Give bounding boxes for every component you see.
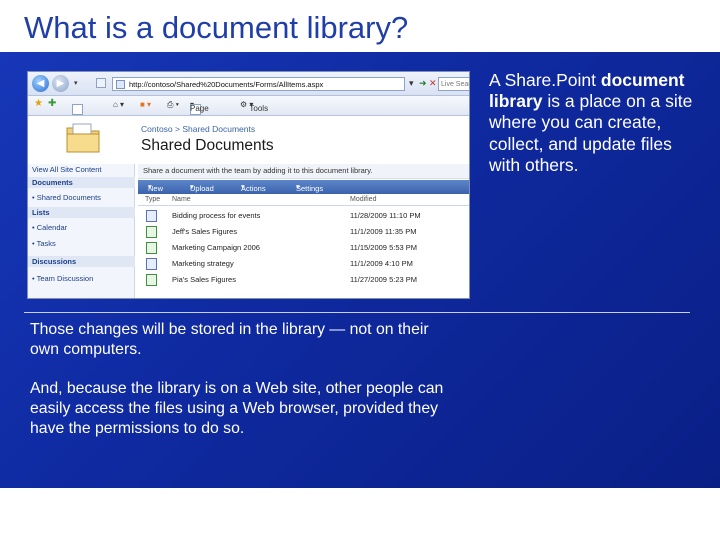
url-field[interactable]: http://contoso/Shared%20Documents/Forms/… xyxy=(112,77,405,91)
excel-workbook-icon xyxy=(146,274,157,286)
tools-menu[interactable]: ⚙ Tools ▾ xyxy=(240,100,268,113)
new-menu[interactable]: New ▾ xyxy=(148,182,163,193)
actions-menu-label: Actions xyxy=(241,184,266,193)
settings-menu-label: Settings xyxy=(296,184,324,193)
url-dropdown-icon[interactable]: ▾ xyxy=(409,78,414,89)
command-toolbar: ★ ✚ ⌂ ▾ ■ ▾ ⎙ ▾ Page ▾ ⚙ Tools ▾ xyxy=(28,96,469,116)
page-menu-label: Page xyxy=(190,104,209,113)
library-description: Share a document with the team by adding… xyxy=(138,164,469,179)
page-header: Contoso > Shared Documents Shared Docume… xyxy=(28,116,469,162)
page-menu[interactable]: Page ▾ xyxy=(190,100,209,115)
modified-date: 11/15/2009 5:53 PM xyxy=(350,243,417,252)
column-headers: Type Name Modified xyxy=(138,195,469,206)
view-all-content-link[interactable]: View All Site Content xyxy=(32,165,102,174)
library-command-bar: New ▾ Upload ▾ Actions ▾ Settings ▾ xyxy=(138,180,469,194)
add-favorite-icon[interactable]: ✚ xyxy=(48,98,56,109)
feeds-icon[interactable]: ■ ▾ xyxy=(140,100,151,109)
word-document-icon xyxy=(146,258,157,270)
favorites-star-icon[interactable]: ★ xyxy=(34,98,43,109)
tools-menu-label: Tools xyxy=(249,104,269,113)
document-name[interactable]: Marketing Campaign 2006 xyxy=(172,243,260,252)
library-view: Share a document with the team by adding… xyxy=(138,164,469,298)
nav-lists[interactable]: Lists xyxy=(32,208,50,217)
document-name[interactable]: Pia's Sales Figures xyxy=(172,275,236,284)
search-input[interactable]: Live Search xyxy=(438,77,469,91)
modified-date: 11/28/2009 11:10 PM xyxy=(350,211,421,220)
forward-icon[interactable]: ▶ xyxy=(52,75,69,92)
nav-shared-documents[interactable]: • Shared Documents xyxy=(32,193,101,202)
new-menu-label: New xyxy=(148,184,164,193)
column-name[interactable]: Name xyxy=(172,196,191,203)
url-text: http://contoso/Shared%20Documents/Forms/… xyxy=(129,80,324,89)
document-name[interactable]: Jeff's Sales Figures xyxy=(172,227,237,236)
modified-date: 11/1/2009 4:10 PM xyxy=(350,259,413,268)
slide-title: What is a document library? xyxy=(24,10,409,45)
favicon-icon xyxy=(116,80,125,89)
refresh-icon[interactable]: ➜ xyxy=(419,78,427,89)
table-row[interactable]: Marketing Campaign 2006 11/15/2009 5:53 … xyxy=(138,240,469,256)
definition-part1: A Share.Point xyxy=(489,70,601,90)
print-icon[interactable]: ⎙ ▾ xyxy=(167,100,179,110)
breadcrumb[interactable]: Contoso > Shared Documents xyxy=(141,124,255,134)
home-icon[interactable]: ⌂ ▾ xyxy=(113,100,124,109)
explanation-paragraph-1: Those changes will be stored in the libr… xyxy=(30,321,429,358)
nav-discussions[interactable]: Discussions xyxy=(32,257,76,266)
nav-tasks[interactable]: • Tasks xyxy=(32,239,56,248)
page-icon xyxy=(96,78,106,88)
nav-calendar-label: Calendar xyxy=(36,223,68,232)
divider-line xyxy=(24,312,690,313)
nav-documents[interactable]: Documents xyxy=(32,178,73,187)
library-title: Shared Documents xyxy=(141,137,274,154)
explanation-paragraph-2: And, because the library is on a Web sit… xyxy=(30,380,444,437)
actions-menu[interactable]: Actions ▾ xyxy=(241,182,266,193)
nav-shared-documents-label: Shared Documents xyxy=(36,193,101,202)
modified-date: 11/1/2009 11:35 PM xyxy=(350,227,417,236)
nav-tasks-label: Tasks xyxy=(36,239,56,248)
word-document-icon xyxy=(146,210,157,222)
back-icon[interactable]: ◀ xyxy=(32,75,49,92)
nav-team-discussion-label: Team Discussion xyxy=(36,274,94,283)
stop-icon[interactable]: ✕ xyxy=(429,78,437,89)
table-row[interactable]: Jeff's Sales Figures 11/1/2009 11:35 PM xyxy=(138,224,469,240)
document-name[interactable]: Bidding process for events xyxy=(172,211,260,220)
sharepoint-screenshot: ◀ ▶ ▾ http://contoso/Shared%20Documents/… xyxy=(27,71,470,299)
modified-date: 11/27/2009 5:23 PM xyxy=(350,275,417,284)
excel-workbook-icon xyxy=(146,226,157,238)
nav-team-discussion[interactable]: • Team Discussion xyxy=(32,274,93,283)
folder-icon xyxy=(66,123,100,153)
address-bar: ◀ ▶ ▾ http://contoso/Shared%20Documents/… xyxy=(28,72,469,96)
table-row[interactable]: Bidding process for events 11/28/2009 11… xyxy=(138,208,469,224)
table-row[interactable]: Pia's Sales Figures 11/27/2009 5:23 PM xyxy=(138,272,469,288)
upload-menu-label: Upload xyxy=(190,184,214,193)
library-definition: A Share.Point document library is a plac… xyxy=(489,70,704,176)
dropdown-arrow-icon[interactable]: ▾ xyxy=(74,79,78,87)
quick-launch: View All Site Content Documents • Shared… xyxy=(28,164,135,298)
column-type[interactable]: Type xyxy=(145,196,160,203)
settings-menu[interactable]: Settings ▾ xyxy=(296,182,323,193)
explanation-text: Those changes will be stored in the libr… xyxy=(30,320,460,439)
column-modified[interactable]: Modified xyxy=(350,196,376,203)
excel-workbook-icon xyxy=(146,242,157,254)
document-name[interactable]: Marketing strategy xyxy=(172,259,234,268)
nav-calendar[interactable]: • Calendar xyxy=(32,223,67,232)
table-row[interactable]: Marketing strategy 11/1/2009 4:10 PM xyxy=(138,256,469,272)
upload-menu[interactable]: Upload ▾ xyxy=(190,182,214,193)
